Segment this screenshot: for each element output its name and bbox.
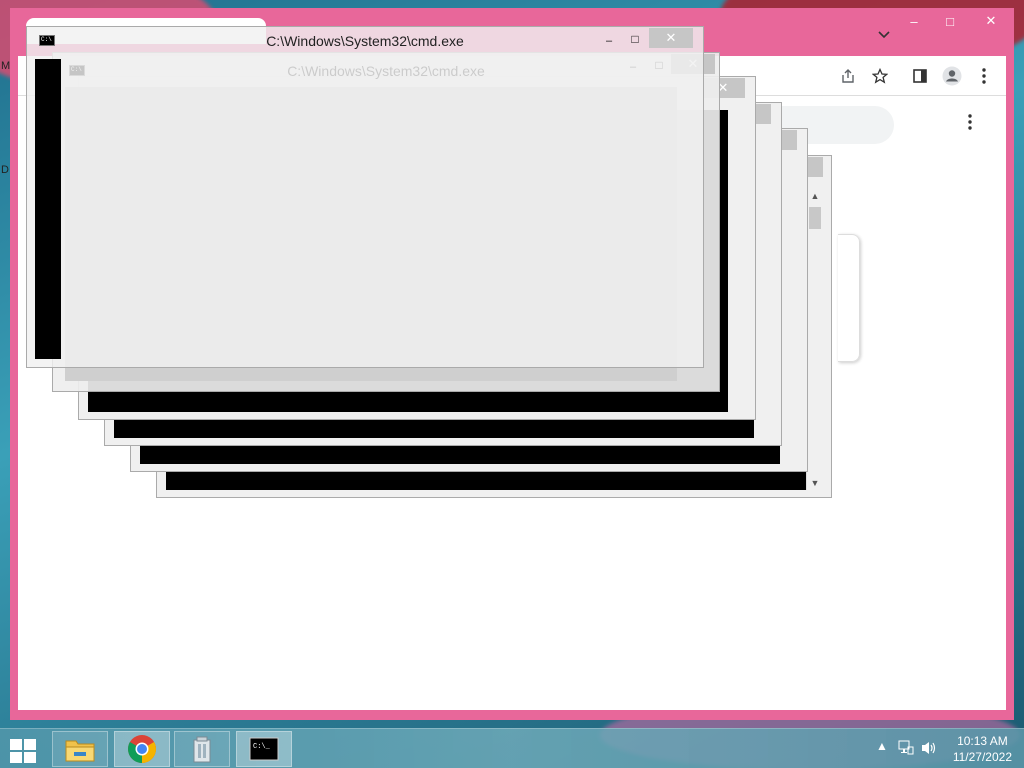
cmd-icon[interactable]: C:\_ [236, 731, 292, 767]
minimize-button[interactable]: – [896, 8, 932, 34]
volume-icon[interactable] [920, 740, 938, 759]
scroll-down-arrow[interactable]: ▼ [807, 478, 823, 488]
desktop-edge-letter: M [1, 60, 11, 72]
minimize-button[interactable]: – [601, 33, 617, 49]
star-icon[interactable] [868, 64, 892, 88]
window-controls: – □ ✕ [896, 8, 1014, 36]
chevron-down-icon[interactable] [878, 28, 890, 42]
share-icon[interactable] [836, 64, 860, 88]
close-button[interactable]: ✕ [968, 8, 1014, 34]
recycle-bin-icon[interactable] [174, 731, 230, 767]
content-card [838, 234, 860, 362]
cmd-window-active[interactable]: C:\Windows\System32\cmd.exe – □ ✕ [26, 26, 704, 368]
chrome-icon[interactable] [114, 731, 170, 767]
maximize-button[interactable]: □ [627, 31, 643, 47]
scrollbar[interactable]: ▲ ▼ [806, 189, 822, 490]
network-icon[interactable] [898, 740, 914, 759]
folder-icon[interactable] [52, 731, 108, 767]
close-button[interactable]: ✕ [649, 28, 693, 48]
clock-date: 11/27/2022 [952, 750, 1012, 764]
system-clock[interactable]: 10:13 AM 11/27/2022 [953, 733, 1012, 765]
kebab-menu-icon[interactable] [972, 64, 996, 88]
console-output[interactable] [35, 59, 61, 359]
profile-icon[interactable] [940, 64, 964, 88]
kebab-menu-icon[interactable] [968, 114, 972, 133]
scroll-up-arrow[interactable]: ▲ [807, 191, 823, 201]
svg-text:C:\_: C:\_ [253, 743, 271, 751]
taskbar: C:\_ ▲ 10:13 AM 11/27/2022 [0, 728, 1024, 768]
show-hidden-icons[interactable]: ▲ [876, 739, 888, 753]
windows-logo-icon[interactable] [8, 737, 40, 763]
maximize-button[interactable]: □ [932, 8, 968, 34]
desktop-edge-letter: D [1, 164, 9, 176]
clock-time: 10:13 AM [957, 734, 1008, 748]
scrollbar-thumb[interactable] [809, 207, 821, 229]
side-panel-icon[interactable] [908, 64, 932, 88]
